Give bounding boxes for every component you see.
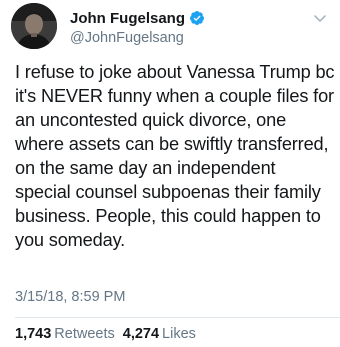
stats-divider (15, 317, 340, 318)
tweet-text-line: where assets can be swiftly transferred, (15, 134, 329, 154)
chevron-down-icon[interactable] (312, 10, 328, 26)
author-display-name[interactable]: John Fugelsang (70, 10, 185, 27)
tweet-text-line: on the same day an independent (15, 158, 276, 178)
name-row: John Fugelsang (70, 8, 290, 28)
author-handle[interactable]: @JohnFugelsang (70, 30, 290, 46)
likes-stat[interactable]: 4,274 Likes (123, 326, 196, 342)
tweet-text-line: special counsel subpoenas their family (15, 182, 321, 202)
likes-count: 4,274 (122, 326, 160, 342)
avatar[interactable] (11, 3, 57, 49)
avatar-photo (11, 3, 57, 49)
retweets-stat[interactable]: 1,743 Retweets (15, 326, 115, 342)
tweet-text-line: an uncontested quick divorce, one (15, 110, 287, 130)
tweet-text-line: it's NEVER funny when a couple files for (15, 86, 334, 106)
tweet-text-line: I refuse to joke about Vanessa Trump bc (15, 62, 335, 82)
tweet-text: I refuse to joke about Vanessa Trump bc … (15, 60, 335, 252)
author-block: John Fugelsang @JohnFugelsang (70, 8, 290, 46)
tweet-text-line: business. People, this could happen to (15, 206, 321, 226)
retweets-count: 1,743 (15, 326, 52, 342)
retweets-label: Retweets (54, 326, 115, 342)
verified-badge-icon (189, 10, 205, 26)
tweet-stats: 1,743 Retweets 4,274 Likes (15, 326, 204, 342)
likes-label: Likes (162, 326, 196, 342)
tweet-card: John Fugelsang @JohnFugelsang I refuse t… (0, 0, 340, 347)
tweet-timestamp[interactable]: 3/15/18, 8:59 PM (15, 289, 125, 305)
tweet-text-line: you someday. (15, 230, 126, 250)
